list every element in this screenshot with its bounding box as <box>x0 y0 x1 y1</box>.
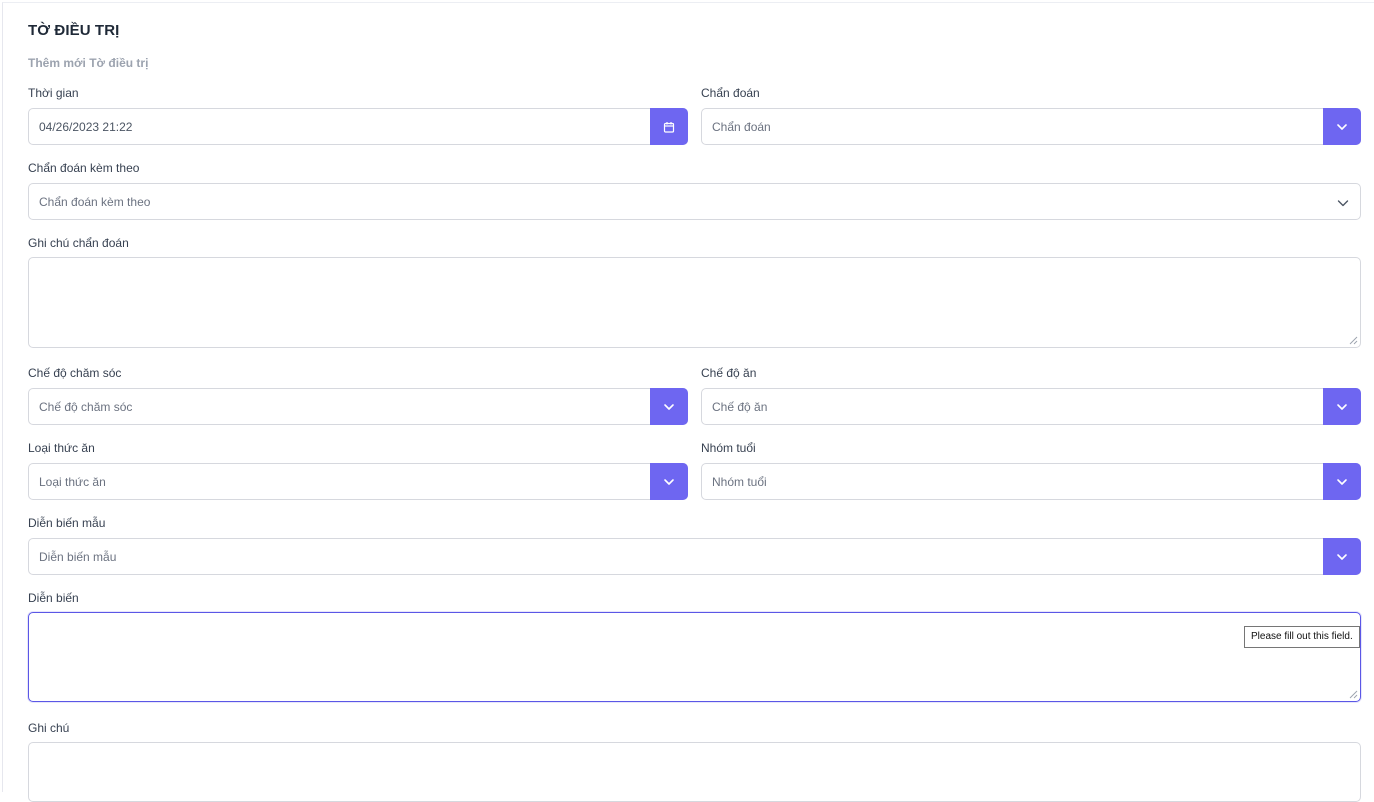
chevron-down-icon <box>1337 478 1347 485</box>
dien-bien-mau-label: Diễn biến mẫu <box>28 516 106 530</box>
ghi-chu-chan-doan-textarea[interactable] <box>28 257 1361 348</box>
dien-bien-label: Diễn biến <box>28 591 79 605</box>
nhom-tuoi-select[interactable]: Nhóm tuổi <box>701 463 1361 500</box>
loai-thuc-an-select[interactable]: Loại thức ăn <box>28 463 688 500</box>
dien-bien-mau-placeholder: Diễn biến mẫu <box>39 550 117 564</box>
nhom-tuoi-dropdown-button[interactable] <box>1323 463 1361 500</box>
che-do-an-placeholder: Chế độ ăn <box>712 400 768 414</box>
nhom-tuoi-placeholder: Nhóm tuổi <box>712 475 767 489</box>
chevron-down-icon <box>664 478 674 485</box>
ghi-chu-textarea[interactable] <box>28 742 1361 802</box>
chan-doan-label: Chẩn đoán <box>701 86 760 100</box>
chan-doan-dropdown-button[interactable] <box>1323 108 1361 145</box>
calendar-icon <box>663 121 675 133</box>
ghi-chu-chan-doan-label: Ghi chú chẩn đoán <box>28 236 129 250</box>
che-do-cham-soc-dropdown-button[interactable] <box>650 388 688 425</box>
validation-tooltip: Please fill out this field. <box>1244 626 1360 648</box>
chan-doan-kem-theo-label: Chẩn đoán kèm theo <box>28 161 140 175</box>
dien-bien-textarea[interactable] <box>28 612 1361 702</box>
che-do-an-dropdown-button[interactable] <box>1323 388 1361 425</box>
chan-doan-placeholder: Chẩn đoán <box>712 120 771 134</box>
chan-doan-kem-theo-placeholder: Chẩn đoán kèm theo <box>39 195 151 209</box>
page-subtitle: Thêm mới Tờ điều trị <box>28 56 149 70</box>
loai-thuc-an-label: Loại thức ăn <box>28 441 95 455</box>
chan-doan-select[interactable]: Chẩn đoán <box>701 108 1361 145</box>
chevron-down-icon <box>1337 553 1347 560</box>
chevron-down-icon <box>1337 403 1347 410</box>
thoi-gian-input[interactable]: 04/26/2023 21:22 <box>28 108 688 145</box>
chevron-down-icon <box>664 403 674 410</box>
nhom-tuoi-label: Nhóm tuổi <box>701 441 756 455</box>
che-do-cham-soc-select[interactable]: Chế độ chăm sóc <box>28 388 688 425</box>
chevron-down-icon[interactable] <box>1336 196 1350 210</box>
chan-doan-kem-theo-select[interactable]: Chẩn đoán kèm theo <box>28 183 1361 220</box>
page-title: TỜ ĐIỀU TRỊ <box>28 22 120 39</box>
che-do-cham-soc-placeholder: Chế độ chăm sóc <box>39 400 133 414</box>
thoi-gian-label: Thời gian <box>28 86 79 100</box>
thoi-gian-value: 04/26/2023 21:22 <box>39 120 133 134</box>
dien-bien-mau-dropdown-button[interactable] <box>1323 538 1361 575</box>
chevron-down-icon <box>1337 123 1347 130</box>
calendar-button[interactable] <box>650 108 688 145</box>
loai-thuc-an-placeholder: Loại thức ăn <box>39 475 106 489</box>
resize-handle-icon[interactable] <box>1349 690 1358 699</box>
dien-bien-mau-select[interactable]: Diễn biến mẫu <box>28 538 1361 575</box>
resize-handle-icon[interactable] <box>1349 336 1358 345</box>
che-do-an-select[interactable]: Chế độ ăn <box>701 388 1361 425</box>
che-do-cham-soc-label: Chế độ chăm sóc <box>28 366 122 380</box>
loai-thuc-an-dropdown-button[interactable] <box>650 463 688 500</box>
ghi-chu-label: Ghi chú <box>28 721 70 735</box>
che-do-an-label: Chế độ ăn <box>701 366 757 380</box>
